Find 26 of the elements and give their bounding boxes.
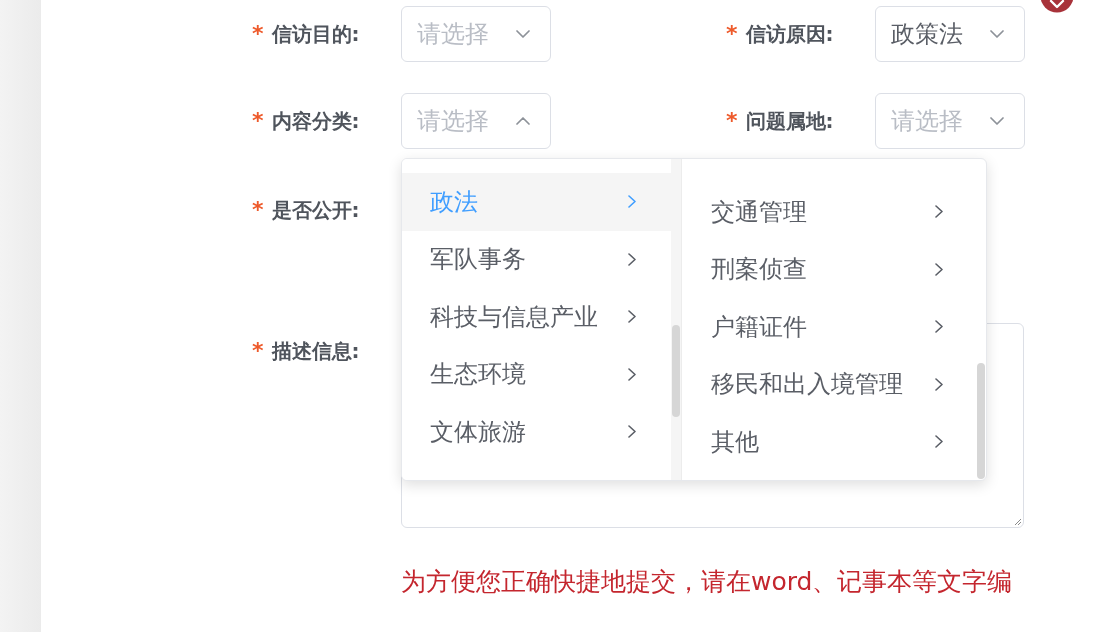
required-mark: *: [726, 110, 738, 132]
required-mark: *: [252, 199, 264, 221]
menu-item[interactable]: 文体旅游: [402, 403, 671, 461]
field-label: 信访目的:: [271, 20, 360, 48]
resize-handle-icon[interactable]: [1015, 519, 1021, 525]
field-label: 信访原因:: [745, 20, 834, 48]
field-label: 是否公开:: [271, 196, 360, 224]
select-field[interactable]: 政策法: [875, 6, 1025, 62]
required-mark: *: [252, 110, 264, 132]
field-label: 问题属地:: [745, 107, 834, 135]
required-mark: *: [726, 23, 738, 45]
required-mark: *: [252, 340, 264, 362]
field-label: 内容分类:: [271, 107, 360, 135]
menu-item[interactable]: 户籍证件: [682, 298, 977, 356]
menu-item[interactable]: 交通管理: [682, 183, 977, 241]
hint-text: 为方便您正确快捷地提交，请在word、记事本等文字编: [401, 566, 1013, 598]
required-mark: *: [252, 23, 264, 45]
menu-item[interactable]: 移民和出入境管理: [682, 355, 977, 413]
scrollbar-thumb[interactable]: [977, 363, 985, 479]
menu-item[interactable]: 军队事务: [402, 230, 671, 288]
menu-item[interactable]: 生态环境: [402, 345, 671, 403]
menu-item[interactable]: 科技与信息产业: [402, 288, 671, 346]
scrollbar-thumb[interactable]: [672, 325, 680, 417]
menu-item[interactable]: 刑案侦查: [682, 240, 977, 298]
field-label: 描述信息:: [271, 337, 360, 365]
menu-item[interactable]: 其他: [682, 413, 977, 471]
